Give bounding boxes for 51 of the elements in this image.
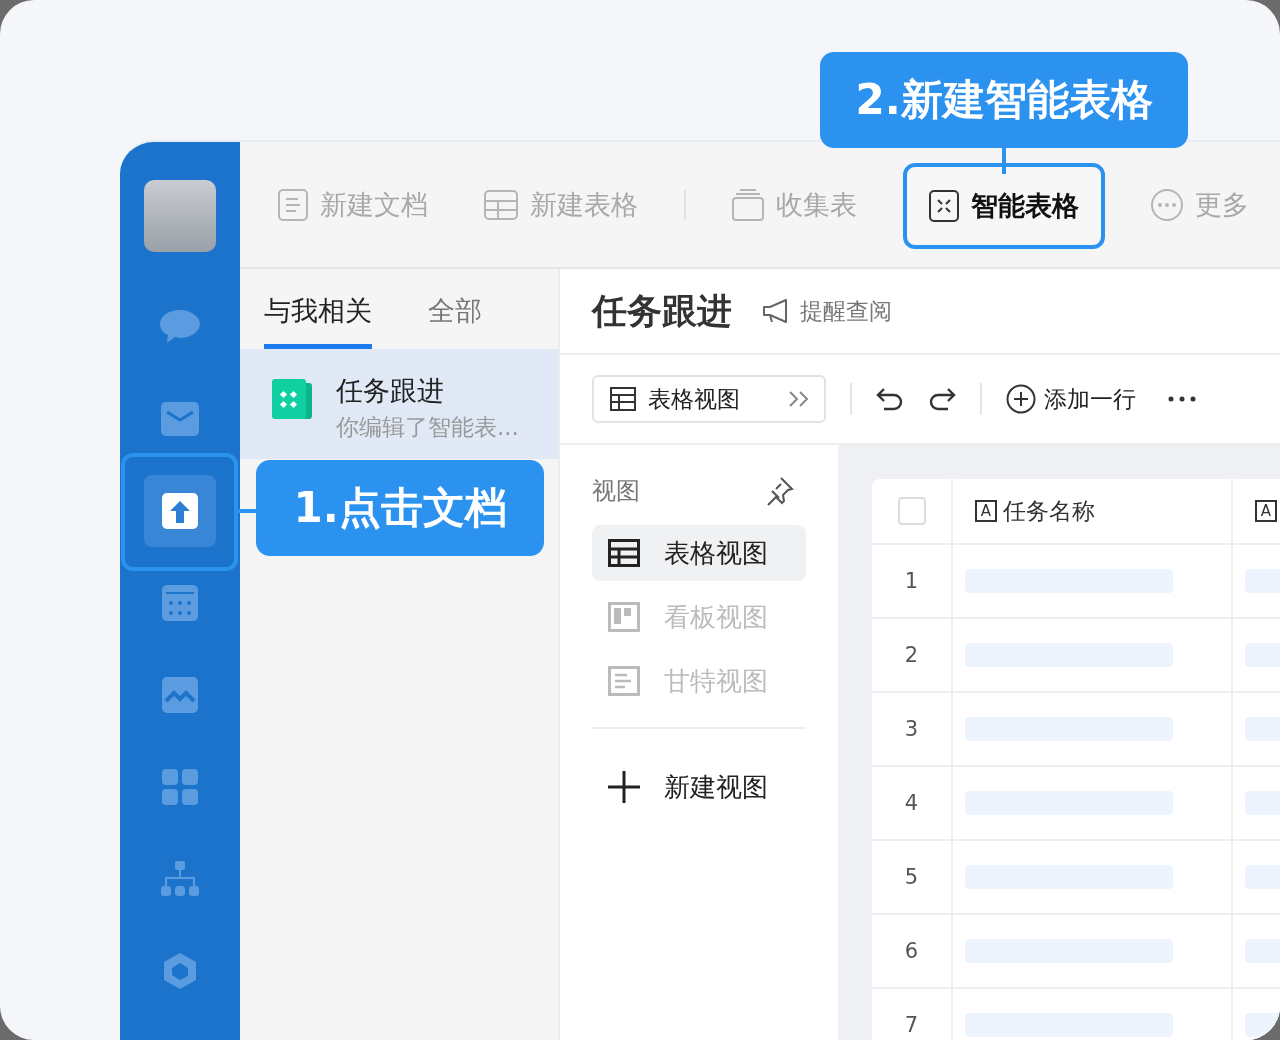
step-callout: 1.点击文档 xyxy=(256,460,544,556)
views-heading: 视图 xyxy=(592,476,640,507)
column-header[interactable]: A 任务名称 xyxy=(953,479,1233,543)
calendar-icon xyxy=(162,585,198,621)
row-number: 1 xyxy=(904,569,919,593)
row-number: 2 xyxy=(904,643,919,667)
file-subtitle: 你编辑了智能表... xyxy=(336,413,519,442)
text-field-icon: A xyxy=(1255,500,1277,522)
more-icon[interactable] xyxy=(1168,396,1196,402)
envelope-icon xyxy=(161,402,199,436)
hexagon-logo-icon xyxy=(162,952,198,990)
file-item[interactable]: 任务跟进 你编辑了智能表... xyxy=(240,349,558,459)
undo-icon[interactable] xyxy=(876,387,904,411)
table-icon xyxy=(608,539,640,567)
org-chart-icon xyxy=(160,861,200,897)
row-number: 5 xyxy=(904,865,919,889)
row-number: 3 xyxy=(904,717,919,741)
plus-circle-icon xyxy=(1006,384,1036,414)
plus-icon xyxy=(608,771,640,803)
row-number: 6 xyxy=(904,939,919,963)
smart-table-icon xyxy=(929,189,959,222)
avatar-photo-placeholder xyxy=(144,180,216,252)
more-icon xyxy=(1151,188,1183,221)
step-callout: 2.新建智能表格 xyxy=(820,52,1188,148)
apps-grid-icon xyxy=(162,769,198,805)
mountain-picture-icon xyxy=(162,677,198,713)
gantt-icon xyxy=(608,666,640,696)
remind-button[interactable]: 提醒查阅 xyxy=(762,295,892,327)
megaphone-icon xyxy=(762,298,790,324)
tray-icon xyxy=(732,188,764,221)
row-number: 7 xyxy=(904,1013,919,1037)
tab[interactable]: 全部 xyxy=(428,293,482,349)
redo-icon[interactable] xyxy=(928,387,956,411)
checkbox[interactable] xyxy=(897,497,926,525)
double-chevron-icon xyxy=(788,390,810,408)
table-icon xyxy=(610,387,636,411)
row-number: 4 xyxy=(904,791,919,815)
kanban-icon xyxy=(608,602,640,632)
chat-bubble-icon xyxy=(159,308,201,346)
new-view-button[interactable]: 新建视图 xyxy=(592,759,806,815)
view-item[interactable]: 表格视图 xyxy=(592,525,806,581)
spreadsheet-file-icon xyxy=(272,379,312,419)
table-icon xyxy=(484,189,518,220)
toolbar-item[interactable]: 智能表格 xyxy=(903,162,1105,249)
text-field-icon: A xyxy=(975,500,997,522)
column-header[interactable]: A xyxy=(1233,479,1280,543)
file-title: 任务跟进 xyxy=(336,374,445,408)
view-selector[interactable]: 表格视图 xyxy=(592,375,826,423)
document-title: 任务跟进 xyxy=(592,289,732,333)
add-row-button[interactable]: 添加一行 xyxy=(1006,383,1136,415)
sidebar-item[interactable] xyxy=(144,475,216,547)
